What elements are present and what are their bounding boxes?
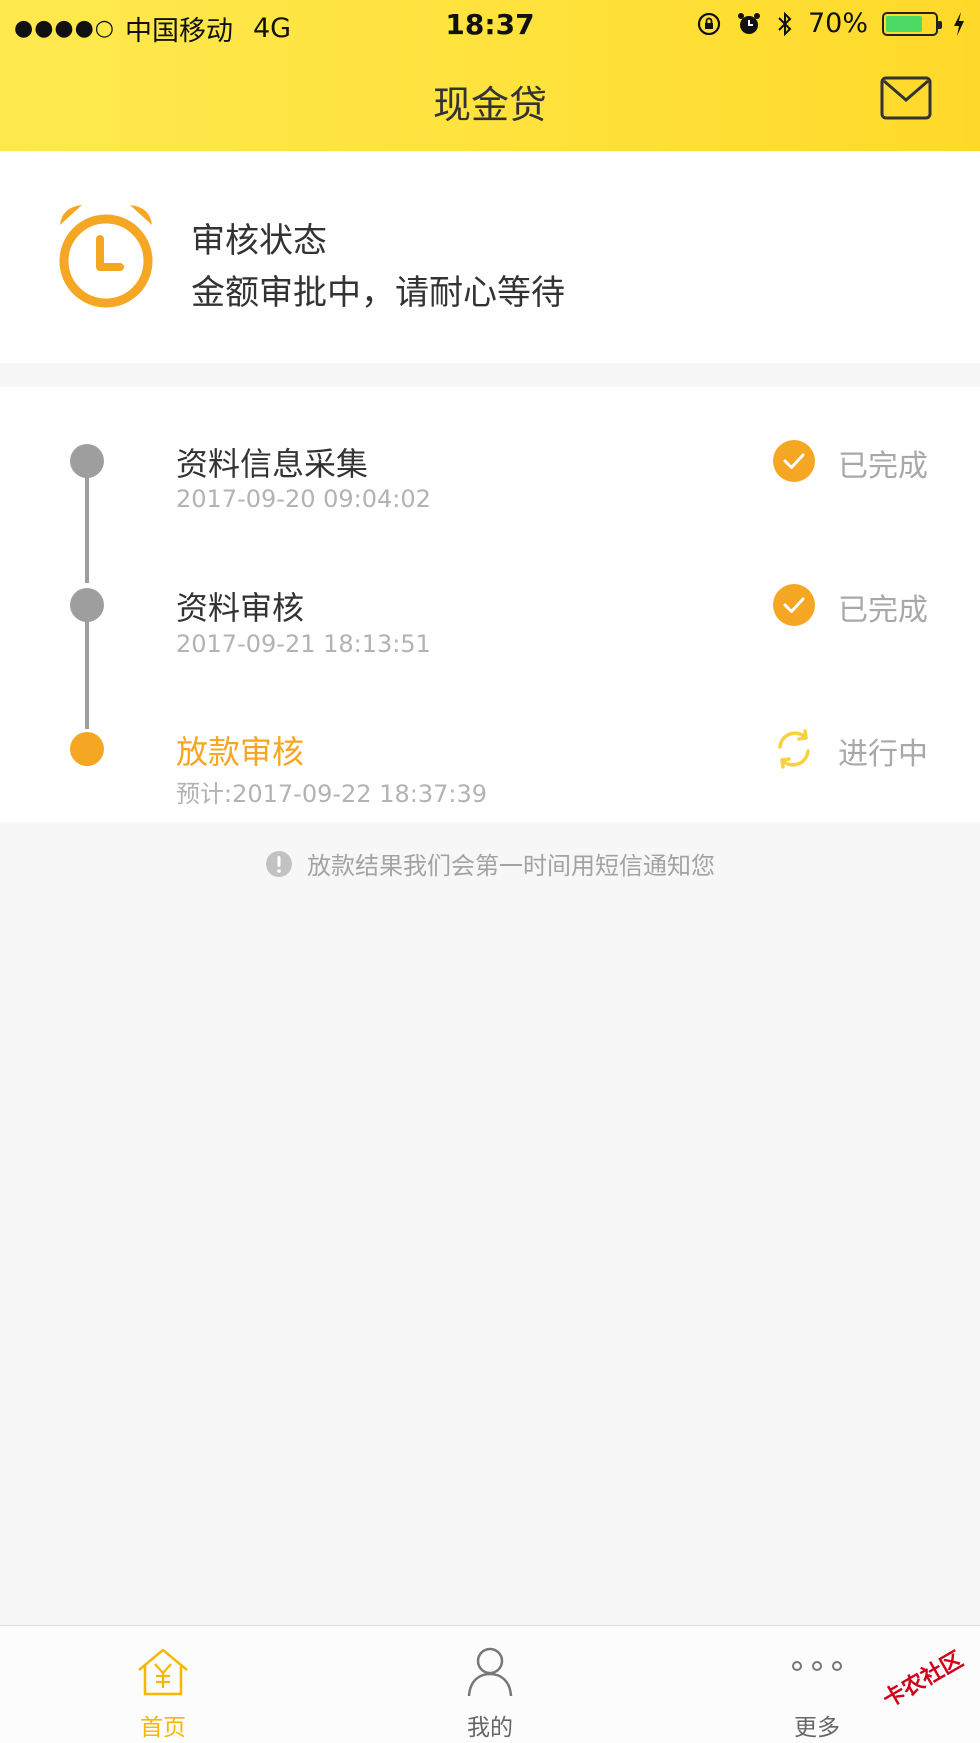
alarm-icon: [737, 12, 760, 34]
more-icon: [792, 1661, 842, 1671]
review-status-title: 审核状态: [191, 221, 327, 261]
step-title: 放款审核: [176, 733, 305, 771]
step-title: 资料信息采集: [176, 445, 369, 483]
timeline-dot: [70, 588, 104, 622]
notice-text: 放款结果我们会第一时间用短信通知您: [307, 852, 715, 880]
tab-home[interactable]: 首页: [83, 1626, 243, 1743]
timeline-dot-active: [70, 732, 104, 766]
timeline-connector: [85, 461, 89, 583]
battery-percent: 70%: [807, 8, 868, 39]
page-title: 现金贷: [432, 83, 547, 127]
tab-label: 更多: [794, 1715, 840, 1741]
review-status-card: 审核状态 金额审批中，请耐心等待: [0, 151, 980, 363]
tab-bar: 首页 我的 更多: [0, 1625, 980, 1743]
bluetooth-icon: [778, 11, 792, 36]
timeline-dot: [70, 444, 104, 478]
tab-mine[interactable]: 我的: [410, 1626, 570, 1743]
alarm-clock-icon: [59, 205, 153, 308]
notice-message: 放款结果我们会第一时间用短信通知您: [0, 846, 980, 881]
step-status: 已完成: [838, 449, 928, 484]
step-status: 已完成: [838, 593, 928, 628]
timeline-connector: [85, 605, 89, 729]
step-title: 资料审核: [176, 589, 305, 627]
review-status-description: 金额审批中，请耐心等待: [191, 273, 565, 313]
home-icon: [138, 1648, 188, 1696]
progress-timeline: 资料信息采集 2017-09-20 09:04:02 已完成 资料审核 2017…: [0, 387, 980, 822]
status-bar-right: 70%: [696, 8, 966, 39]
mail-icon[interactable]: [880, 76, 932, 120]
check-circle-icon: [773, 440, 815, 482]
check-circle-icon: [773, 584, 815, 626]
header: ●●●●○ 中国移动 4G 18:37 70% 现金贷: [0, 0, 980, 151]
step-status: 进行中: [838, 737, 928, 772]
step-time: 预计:2017-09-22 18:37:39: [176, 780, 487, 808]
refresh-icon: [778, 729, 810, 769]
status-bar: ●●●●○ 中国移动 4G 18:37 70%: [0, 0, 980, 50]
orientation-lock-icon: [697, 12, 721, 35]
info-icon: [266, 850, 292, 877]
tab-label: 我的: [467, 1715, 513, 1741]
tab-more[interactable]: 更多: [737, 1626, 897, 1743]
battery-icon: [882, 11, 942, 36]
charging-icon: [954, 11, 964, 36]
tab-label: 首页: [140, 1715, 186, 1741]
user-icon: [467, 1647, 513, 1697]
step-time: 2017-09-21 18:13:51: [176, 630, 431, 658]
step-time: 2017-09-20 09:04:02: [176, 485, 431, 513]
